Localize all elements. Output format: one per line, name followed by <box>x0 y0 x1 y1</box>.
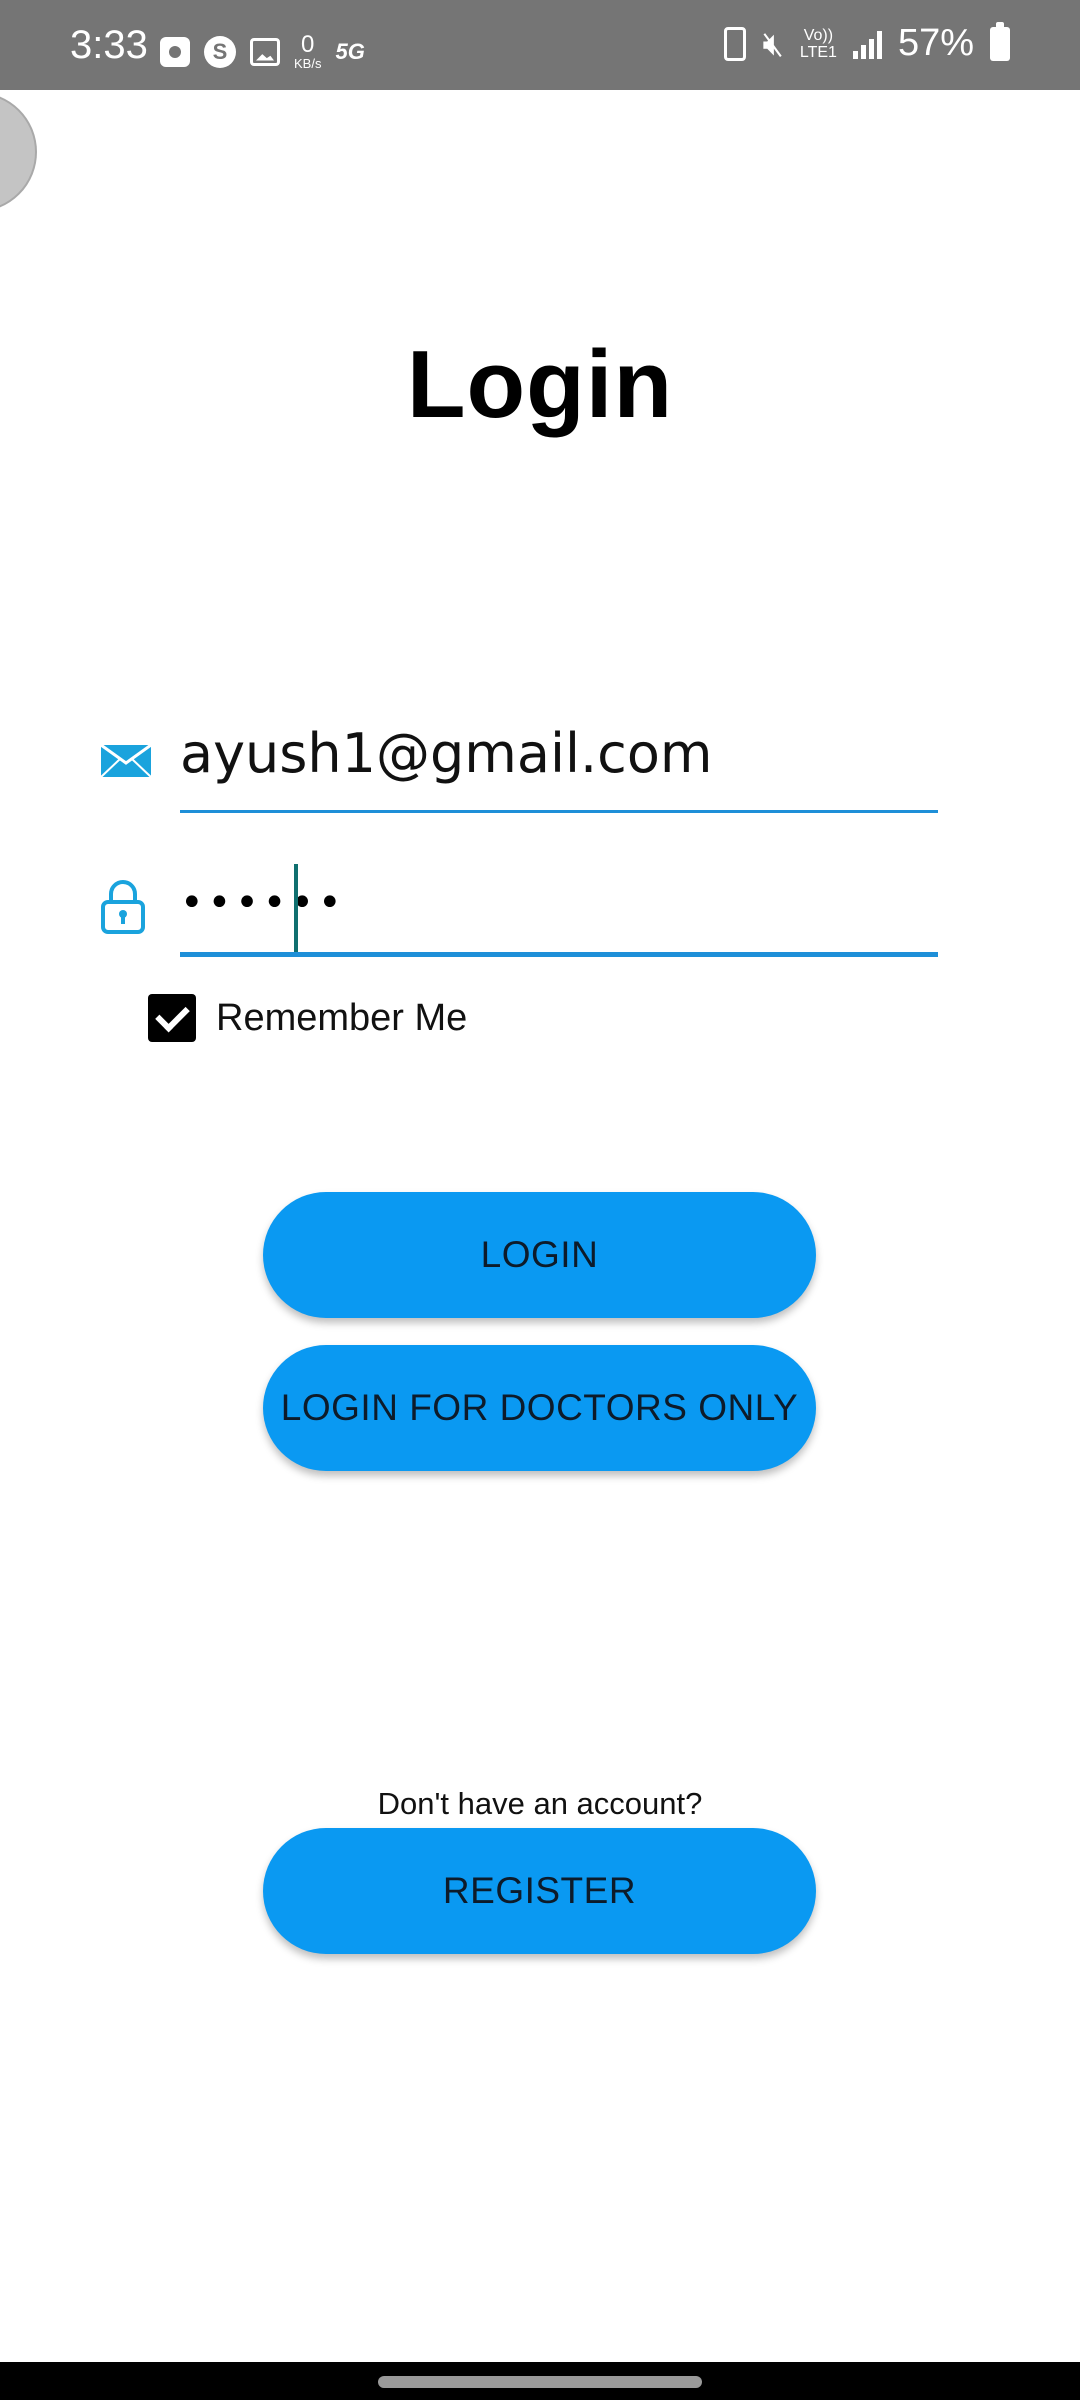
register-button[interactable]: REGISTER <box>263 1828 816 1954</box>
password-underline <box>180 952 938 957</box>
email-value: ayush1@gmail.com <box>180 722 713 785</box>
s-app-icon: S <box>204 35 236 68</box>
volte-icon: Vo)) LTE1 <box>799 26 837 61</box>
status-time: 3:33 <box>70 23 148 67</box>
remember-me-checkbox[interactable] <box>148 994 196 1042</box>
login-doctors-button[interactable]: LOGIN FOR DOCTORS ONLY <box>263 1345 816 1471</box>
status-left-icons: S 0 KB/s 5G <box>160 33 365 70</box>
battery-saver-icon <box>724 26 747 61</box>
email-field[interactable]: ayush1@gmail.com <box>180 700 938 820</box>
password-field[interactable]: •••••• <box>180 860 938 970</box>
signal-icon <box>852 29 882 59</box>
mute-icon: 🔇︎ <box>762 24 784 63</box>
alarm-icon <box>160 36 190 67</box>
page-title: Login <box>406 331 674 438</box>
status-bar: 3:33 S 0 KB/s 5G 🔇︎ Vo)) LTE1 57% <box>0 0 1080 90</box>
lock-icon <box>101 880 145 934</box>
home-gesture-bar[interactable] <box>378 2376 702 2388</box>
password-value: •••••• <box>180 880 346 926</box>
login-button[interactable]: LOGIN <box>263 1192 816 1318</box>
email-underline <box>180 810 938 813</box>
status-right-icons: 🔇︎ Vo)) LTE1 57% <box>724 21 1010 65</box>
text-cursor <box>294 864 298 952</box>
email-icon <box>100 744 152 778</box>
battery-icon <box>990 21 1010 61</box>
floating-bubble-handle[interactable] <box>0 92 37 212</box>
network-type-badge: 5G <box>335 38 365 64</box>
data-speed-indicator: 0 KB/s <box>294 31 322 71</box>
remember-me-label: Remember Me <box>216 996 468 1039</box>
no-account-text: Don't have an account? <box>377 1786 703 1821</box>
gallery-icon <box>250 37 280 66</box>
battery-percent: 57% <box>897 22 974 64</box>
remember-me-row[interactable]: Remember Me <box>148 994 467 1042</box>
